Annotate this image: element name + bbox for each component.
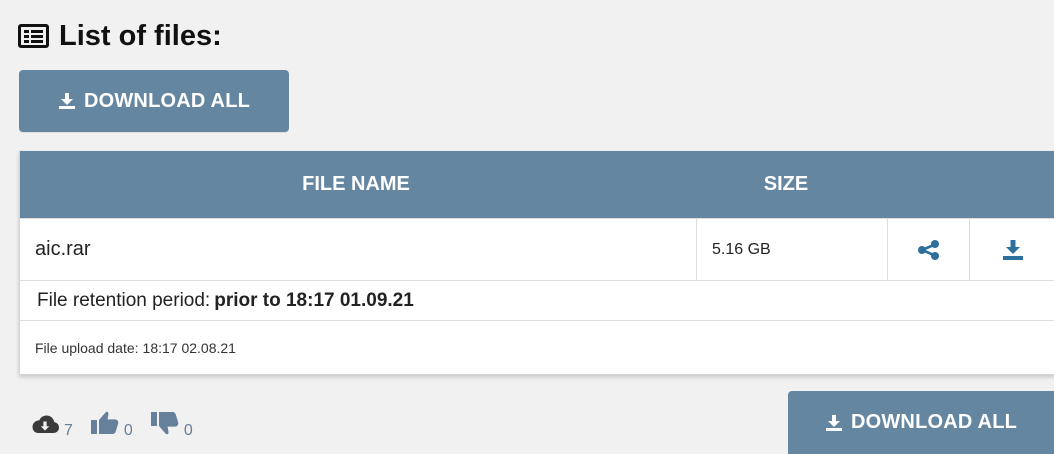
- download-all-label: DOWNLOAD ALL: [850, 411, 1018, 433]
- upload-date-row: File upload date: 18:17 02.08.21: [20, 320, 1054, 374]
- table-row: aic.rar 5.16 GB: [20, 218, 1054, 280]
- file-size-cell: 5.16 GB: [696, 219, 887, 280]
- download-all-button-bottom[interactable]: DOWNLOAD ALL: [788, 391, 1054, 454]
- thumbs-down-icon: [150, 409, 180, 437]
- upload-date-label: File upload date:: [35, 339, 139, 356]
- dislikes-stat[interactable]: 0: [150, 409, 193, 439]
- likes-stat[interactable]: 0: [90, 409, 133, 439]
- upload-date-value: 18:17 02.08.21: [142, 339, 236, 356]
- downloads-count: 7: [64, 422, 73, 439]
- retention-value: prior to 18:17 01.09.21: [214, 289, 414, 311]
- likes-count: 0: [123, 422, 133, 439]
- download-icon: [58, 92, 76, 110]
- list-icon: [18, 24, 49, 48]
- download-icon: [825, 414, 843, 432]
- file-name-cell: aic.rar: [35, 238, 91, 260]
- cloud-download-icon: [30, 413, 60, 437]
- thumbs-up-icon: [90, 409, 120, 437]
- download-all-button-top[interactable]: DOWNLOAD ALL: [19, 70, 289, 132]
- retention-label: File retention period:: [37, 289, 211, 311]
- share-file-button[interactable]: [887, 219, 969, 280]
- dislikes-count: 0: [183, 422, 193, 439]
- download-icon: [1002, 239, 1024, 261]
- table-header: FILE NAME SIZE: [20, 151, 1054, 218]
- size-column-header: SIZE: [763, 173, 809, 195]
- share-icon: [917, 239, 940, 260]
- download-file-button[interactable]: [969, 219, 1054, 280]
- download-all-label: DOWNLOAD ALL: [83, 89, 251, 112]
- downloads-stat: 7: [30, 413, 73, 439]
- file-list-panel: FILE NAME SIZE aic.rar 5.16 GB File rete…: [19, 151, 1054, 375]
- page-title-block: List of files:: [18, 16, 222, 56]
- retention-row: File retention period: prior to 18:17 01…: [20, 280, 1054, 320]
- file-stats: 7 0 0: [30, 405, 210, 439]
- page-title: List of files:: [59, 19, 222, 52]
- file-name-column-header: FILE NAME: [302, 173, 410, 195]
